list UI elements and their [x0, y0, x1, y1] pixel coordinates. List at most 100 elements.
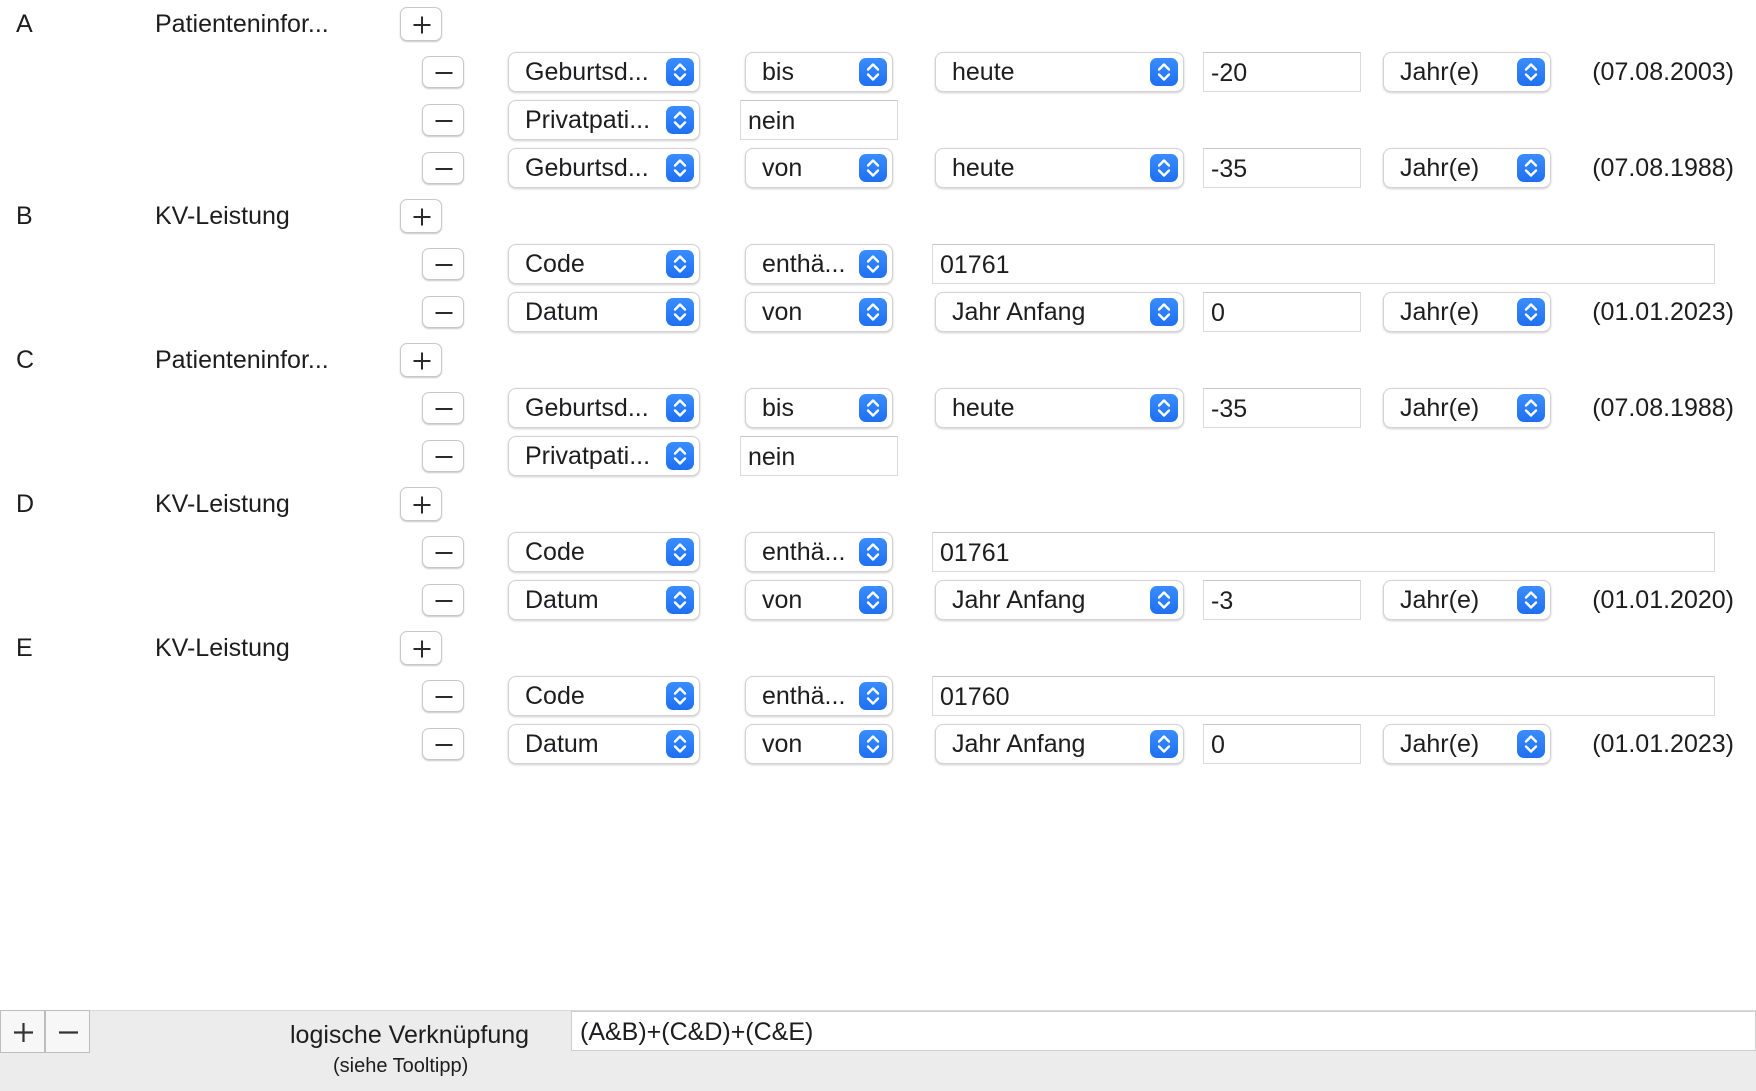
- operator-popup[interactable]: von: [745, 724, 893, 764]
- operator-popup-stepper: [859, 730, 887, 758]
- unit-popup-label: Jahr(e): [1400, 586, 1480, 614]
- reference-popup-stepper: [1150, 394, 1178, 422]
- logic-expression-input[interactable]: (A&B)+(C&D)+(C&E): [571, 1011, 1756, 1051]
- remove-condition-button[interactable]: [422, 584, 464, 616]
- chevron-up-down-icon: [866, 255, 880, 273]
- unit-popup-stepper: [1517, 394, 1545, 422]
- group-name: KV-Leistung: [155, 490, 290, 518]
- chevron-up-down-icon: [673, 735, 687, 753]
- remove-condition-button[interactable]: [422, 680, 464, 712]
- unit-popup[interactable]: Jahr(e): [1383, 52, 1551, 92]
- computed-date: (01.01.2020): [1592, 586, 1734, 614]
- add-condition-button[interactable]: [400, 199, 442, 233]
- offset-input[interactable]: -3: [1203, 580, 1361, 620]
- operator-popup[interactable]: von: [745, 580, 893, 620]
- operator-popup[interactable]: enthä...: [745, 532, 893, 572]
- value-input[interactable]: nein: [740, 100, 898, 140]
- unit-popup[interactable]: Jahr(e): [1383, 388, 1551, 428]
- add-condition-button[interactable]: [400, 487, 442, 521]
- operator-popup-label: von: [762, 154, 803, 182]
- unit-popup[interactable]: Jahr(e): [1383, 148, 1551, 188]
- remove-condition-button[interactable]: [422, 56, 464, 88]
- offset-input[interactable]: -35: [1203, 148, 1361, 188]
- unit-popup[interactable]: Jahr(e): [1383, 580, 1551, 620]
- unit-popup-stepper: [1517, 58, 1545, 86]
- reference-popup-stepper: [1150, 730, 1178, 758]
- remove-condition-button[interactable]: [422, 440, 464, 472]
- offset-input[interactable]: -35: [1203, 388, 1361, 428]
- field-popup-label: Privatpati...: [525, 442, 651, 470]
- chevron-up-down-icon: [866, 63, 880, 81]
- field-popup[interactable]: Privatpati...: [508, 436, 700, 476]
- remove-group-button[interactable]: [45, 1010, 90, 1053]
- value-input[interactable]: nein: [740, 436, 898, 476]
- field-popup[interactable]: Geburtsd...: [508, 148, 700, 188]
- remove-condition-button[interactable]: [422, 248, 464, 280]
- field-popup[interactable]: Datum: [508, 580, 700, 620]
- field-popup-stepper: [666, 538, 694, 566]
- reference-popup[interactable]: heute: [935, 388, 1184, 428]
- add-group-button[interactable]: [0, 1010, 45, 1053]
- code-input[interactable]: 01761: [932, 244, 1715, 284]
- offset-input[interactable]: -20: [1203, 52, 1361, 92]
- code-input[interactable]: 01761: [932, 532, 1715, 572]
- remove-condition-button[interactable]: [422, 392, 464, 424]
- add-condition-button[interactable]: [400, 7, 442, 41]
- chevron-up-down-icon: [1157, 303, 1171, 321]
- reference-popup[interactable]: heute: [935, 148, 1184, 188]
- remove-condition-button[interactable]: [422, 296, 464, 328]
- operator-popup[interactable]: bis: [745, 388, 893, 428]
- unit-popup-label: Jahr(e): [1400, 730, 1480, 758]
- field-popup-label: Geburtsd...: [525, 154, 649, 182]
- operator-popup[interactable]: bis: [745, 52, 893, 92]
- reference-popup-stepper: [1150, 58, 1178, 86]
- field-popup-label: Code: [525, 682, 585, 710]
- filter-editor: A Patienteninfor... Geburtsd... bis heute -20…: [0, 0, 1756, 1090]
- offset-input[interactable]: 0: [1203, 724, 1361, 764]
- offset-input[interactable]: 0: [1203, 292, 1361, 332]
- group-letter: B: [16, 202, 33, 230]
- field-popup[interactable]: Code: [508, 244, 700, 284]
- minus-icon: [435, 552, 453, 554]
- operator-popup[interactable]: enthä...: [745, 676, 893, 716]
- field-popup-stepper: [666, 298, 694, 326]
- field-popup[interactable]: Datum: [508, 724, 700, 764]
- chevron-up-down-icon: [1524, 159, 1538, 177]
- reference-popup[interactable]: Jahr Anfang: [935, 580, 1184, 620]
- unit-popup[interactable]: Jahr(e): [1383, 724, 1551, 764]
- add-condition-button[interactable]: [400, 343, 442, 377]
- chevron-up-down-icon: [673, 687, 687, 705]
- field-popup[interactable]: Code: [508, 532, 700, 572]
- field-popup[interactable]: Code: [508, 676, 700, 716]
- field-popup[interactable]: Geburtsd...: [508, 52, 700, 92]
- remove-condition-button[interactable]: [422, 536, 464, 568]
- unit-popup-label: Jahr(e): [1400, 298, 1480, 326]
- group-name: Patienteninfor...: [155, 346, 329, 374]
- unit-popup-stepper: [1517, 730, 1545, 758]
- unit-popup-label: Jahr(e): [1400, 58, 1480, 86]
- computed-date: (07.08.1988): [1592, 394, 1734, 422]
- reference-popup[interactable]: Jahr Anfang: [935, 724, 1184, 764]
- remove-condition-button[interactable]: [422, 728, 464, 760]
- operator-popup[interactable]: enthä...: [745, 244, 893, 284]
- code-input[interactable]: 01760: [932, 676, 1715, 716]
- minus-icon: [59, 1031, 78, 1034]
- chevron-up-down-icon: [673, 399, 687, 417]
- reference-popup[interactable]: Jahr Anfang: [935, 292, 1184, 332]
- field-popup[interactable]: Geburtsd...: [508, 388, 700, 428]
- remove-condition-button[interactable]: [422, 104, 464, 136]
- reference-popup[interactable]: heute: [935, 52, 1184, 92]
- add-condition-button[interactable]: [400, 631, 442, 665]
- group-name: Patienteninfor...: [155, 10, 329, 38]
- field-popup[interactable]: Privatpati...: [508, 100, 700, 140]
- chevron-up-down-icon: [1157, 159, 1171, 177]
- operator-popup[interactable]: von: [745, 292, 893, 332]
- remove-condition-button[interactable]: [422, 152, 464, 184]
- chevron-up-down-icon: [1157, 735, 1171, 753]
- field-popup[interactable]: Datum: [508, 292, 700, 332]
- field-popup-label: Code: [525, 538, 585, 566]
- operator-popup[interactable]: von: [745, 148, 893, 188]
- unit-popup[interactable]: Jahr(e): [1383, 292, 1551, 332]
- plus-icon: [413, 16, 431, 34]
- field-popup-stepper: [666, 250, 694, 278]
